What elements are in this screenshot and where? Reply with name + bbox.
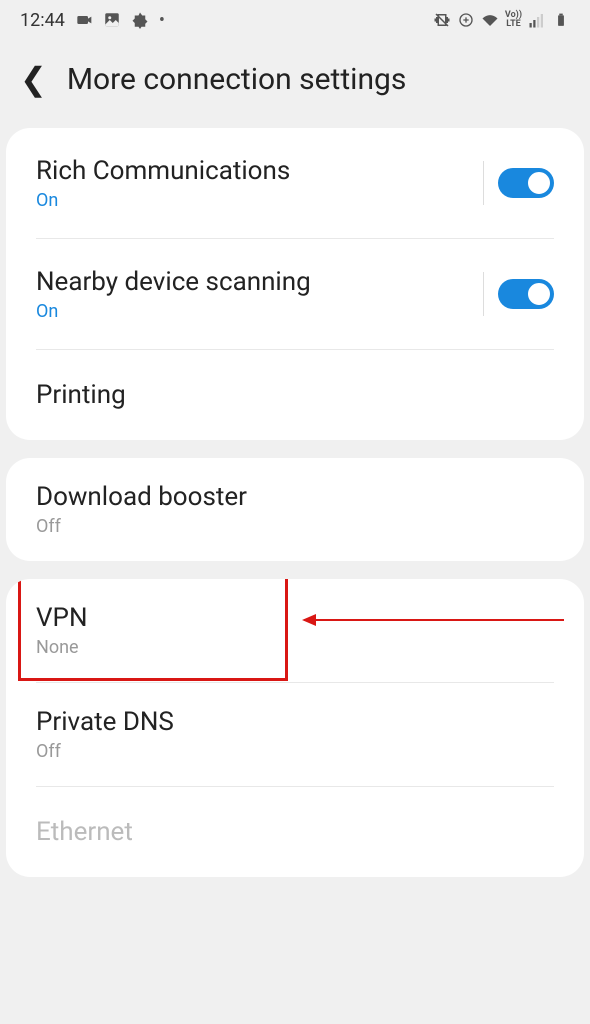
volte-icon: Vo)) LTE bbox=[505, 11, 522, 29]
rich-communications-toggle[interactable] bbox=[498, 168, 554, 198]
annotation-arrow bbox=[304, 619, 564, 621]
vpn-title: VPN bbox=[36, 603, 88, 633]
vpn-row[interactable]: VPN None bbox=[6, 579, 584, 682]
nearby-device-title: Nearby device scanning bbox=[36, 267, 311, 297]
toggle-divider bbox=[483, 272, 484, 316]
private-dns-status: Off bbox=[36, 741, 174, 762]
download-booster-title: Download booster bbox=[36, 482, 247, 512]
rich-communications-row[interactable]: Rich Communications On bbox=[6, 128, 584, 238]
ethernet-row[interactable]: Ethernet bbox=[6, 787, 584, 877]
download-booster-row[interactable]: Download booster Off bbox=[6, 458, 584, 561]
camera-icon bbox=[75, 11, 93, 29]
private-dns-row[interactable]: Private DNS Off bbox=[6, 683, 584, 786]
status-left: 12:44 • bbox=[20, 10, 165, 31]
data-saver-icon bbox=[457, 11, 475, 29]
rich-communications-title: Rich Communications bbox=[36, 156, 290, 186]
dot-icon: • bbox=[159, 10, 165, 31]
status-time: 12:44 bbox=[20, 10, 65, 31]
image-icon bbox=[103, 11, 121, 29]
signal-icon bbox=[528, 11, 546, 29]
nearby-device-toggle[interactable] bbox=[498, 279, 554, 309]
settings-group-3: VPN None Private DNS Off Ethernet bbox=[6, 579, 584, 877]
printing-row[interactable]: Printing bbox=[6, 350, 584, 440]
status-right: Vo)) LTE bbox=[433, 11, 570, 29]
puzzle-icon bbox=[131, 11, 149, 29]
rich-communications-status: On bbox=[36, 190, 290, 211]
private-dns-title: Private DNS bbox=[36, 707, 174, 737]
status-bar: 12:44 • Vo)) LTE bbox=[0, 0, 590, 40]
settings-group-2: Download booster Off bbox=[6, 458, 584, 561]
vibrate-icon bbox=[433, 11, 451, 29]
battery-icon bbox=[552, 11, 570, 29]
toggle-divider bbox=[483, 161, 484, 205]
nearby-device-status: On bbox=[36, 301, 311, 322]
printing-title: Printing bbox=[36, 380, 126, 410]
back-icon[interactable]: ❮ bbox=[20, 60, 47, 98]
page-title: More connection settings bbox=[67, 62, 407, 97]
wifi-icon bbox=[481, 11, 499, 29]
ethernet-title: Ethernet bbox=[36, 817, 133, 847]
vpn-status: None bbox=[36, 637, 88, 658]
settings-group-1: Rich Communications On Nearby device sca… bbox=[6, 128, 584, 440]
nearby-device-row[interactable]: Nearby device scanning On bbox=[6, 239, 584, 349]
download-booster-status: Off bbox=[36, 516, 247, 537]
header: ❮ More connection settings bbox=[0, 40, 590, 128]
